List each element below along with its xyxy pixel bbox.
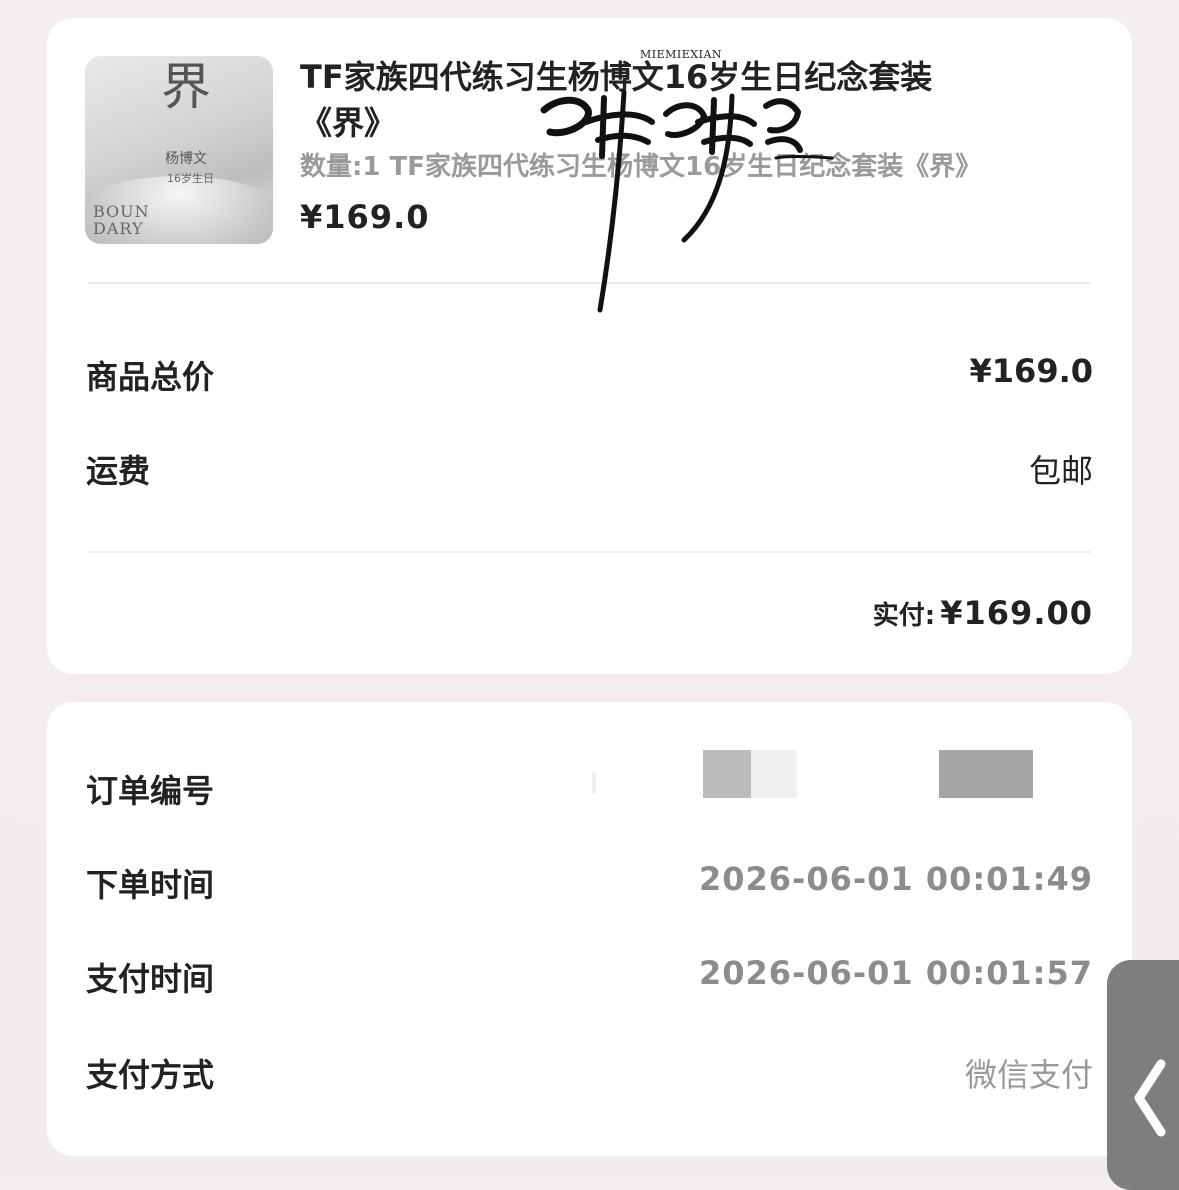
paid-value: ¥169.00 [940, 594, 1093, 632]
redacted-mosaic [703, 750, 751, 798]
side-collapse-tab[interactable] [1107, 960, 1179, 1190]
redacted-mosaic [939, 750, 1033, 798]
order-info-card: 订单编号 下单时间 2026-06-01 00:01:49 支付时间 2026-… [47, 702, 1132, 1156]
divider [88, 551, 1091, 553]
total-price-value: ¥169.0 [969, 352, 1093, 390]
product-thumbnail[interactable]: 界 杨博文 16岁生日 BOUN DARY [85, 56, 273, 244]
order-number-label: 订单编号 [86, 772, 215, 810]
thumbnail-glyph: 界 [161, 58, 211, 116]
pay-method-value: 微信支付 [964, 1056, 1093, 1094]
thumbnail-artist-name: 杨博文 [165, 151, 207, 167]
pay-method-label: 支付方式 [86, 1056, 215, 1094]
redacted-mosaic [592, 772, 596, 794]
paid-label: 实付: [872, 601, 936, 631]
product-card: 界 杨博文 16岁生日 BOUN DARY TF家族四代练习生杨博文16岁生日纪… [47, 18, 1132, 674]
pay-time-value: 2026-06-01 00:01:57 [698, 954, 1093, 992]
shipping-value: 包邮 [1028, 452, 1093, 490]
order-time-label: 下单时间 [86, 866, 215, 904]
paid-amount: 实付: ¥169.00 [873, 594, 1093, 632]
pay-time-label: 支付时间 [86, 960, 215, 998]
total-price-label: 商品总价 [86, 358, 215, 396]
shipping-label: 运费 [86, 452, 151, 490]
product-price: ¥169.0 [300, 198, 430, 236]
thumbnail-subtitle: 16岁生日 [167, 172, 214, 185]
chevron-left-icon [1134, 1059, 1166, 1137]
product-title[interactable]: TF家族四代练习生杨博文16岁生日纪念套装 《界》 [300, 54, 1000, 146]
product-quantity-description: 数量:1 TF家族四代练习生杨博文16岁生日纪念套装《界》 [300, 152, 982, 182]
thumbnail-boundary-text: BOUN DARY [93, 202, 150, 238]
order-time-value: 2026-06-01 00:01:49 [698, 860, 1093, 898]
divider [88, 282, 1091, 284]
